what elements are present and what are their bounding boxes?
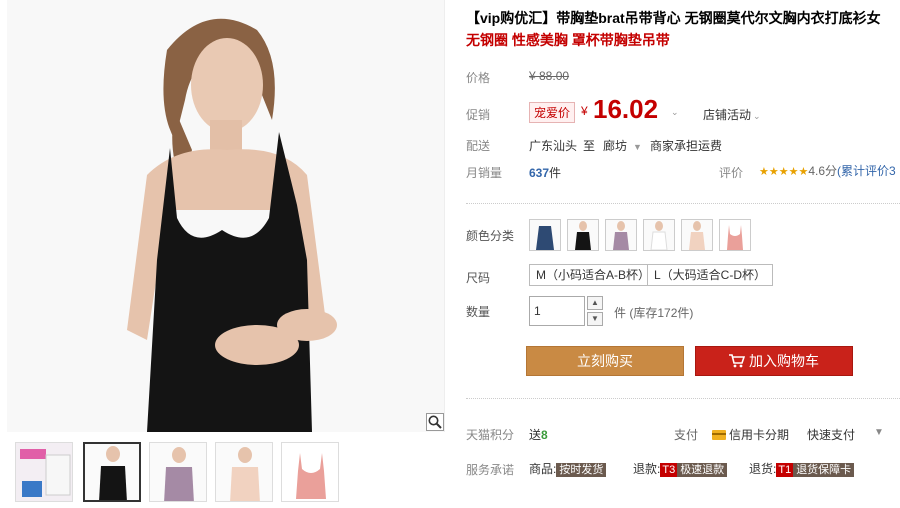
promo-badge: 宠爱价 <box>529 102 576 123</box>
refund-t3-badge: T3 <box>660 463 678 477</box>
points-label: 天猫积分 <box>466 428 515 442</box>
size-option-l[interactable]: L（大码适合C-D杯） <box>647 264 774 286</box>
size-label: 尺码 <box>466 271 491 285</box>
ship-to-label: 廊坊 <box>603 139 628 153</box>
product-title: 【vip购优汇】带胸垫brat吊带背心 无钢圈莫代尔文胸内衣打底衫女 <box>466 10 881 26</box>
add-to-cart-label: 加入购物车 <box>749 353 819 369</box>
return-word: 退货: <box>749 462 777 476</box>
color-label: 颜色分类 <box>466 229 515 243</box>
quantity-label: 数量 <box>466 305 491 319</box>
stock-text: (库存172件) <box>629 306 694 320</box>
sales-unit: 件 <box>549 166 562 180</box>
original-price: ¥ 88.00 <box>529 69 570 83</box>
ship-to-word: 至 <box>583 139 596 153</box>
points-number: 8 <box>541 428 548 442</box>
quick-pay[interactable]: 快速支付 <box>807 426 855 443</box>
points-give-word: 送 <box>529 428 542 442</box>
thumbnail-4[interactable] <box>215 442 273 502</box>
monthly-sales-label: 月销量 <box>466 166 503 180</box>
zoom-icon[interactable] <box>426 413 444 431</box>
points-value: 送8 <box>529 426 548 443</box>
currency-symbol: ¥ <box>581 104 588 118</box>
thumbnail-5[interactable] <box>281 442 339 502</box>
size-option-m[interactable]: M（小码适合A-B杯） <box>529 264 658 286</box>
rating-score: 4.6分 <box>808 164 837 178</box>
return-t1-badge: T1 <box>776 463 794 477</box>
chevron-down-icon: ⌄ <box>753 111 761 121</box>
refund-word: 退款: <box>633 462 661 476</box>
fast-refund-badge: 极速退款 <box>677 463 728 477</box>
price-label: 价格 <box>466 71 491 85</box>
shipping-fee-note: 商家承担运费 <box>650 139 723 153</box>
chevron-down-icon[interactable]: ▼ <box>874 427 884 438</box>
chevron-down-icon: ⌄ <box>671 107 679 117</box>
color-swatch-mauve[interactable] <box>605 219 637 251</box>
goods-word: 商品: <box>529 462 557 476</box>
chevron-down-icon: ▼ <box>633 142 642 152</box>
service-goods: 商品: 按时发货 <box>529 460 607 477</box>
shop-activity-label: 店铺活动 <box>703 108 752 122</box>
quantity-decrease-button[interactable]: ▼ <box>587 312 603 326</box>
service-label: 服务承诺 <box>466 463 515 477</box>
thumbnail-2[interactable] <box>83 442 141 502</box>
quantity-unit: 件 (库存172件) <box>614 304 693 321</box>
thumbnail-3[interactable] <box>149 442 207 502</box>
product-subtitle: 无钢圈 性感美胸 罩杯带胸垫吊带 <box>466 32 670 48</box>
current-price: 16.02 <box>593 94 659 124</box>
star-rating-icon: ★★★★★ <box>759 166 809 178</box>
service-return: 退货: T1 退货保障卡 <box>749 460 855 477</box>
promo-label: 促销 <box>466 108 491 122</box>
color-swatch-pink[interactable] <box>719 219 751 251</box>
cart-icon <box>729 354 746 368</box>
return-guarantee-badge: 退货保障卡 <box>793 463 855 477</box>
review-count-link[interactable]: (累计评价3 <box>837 164 896 178</box>
monthly-sales: 637件 <box>529 164 561 181</box>
divider <box>466 398 900 399</box>
thumbnail-1[interactable] <box>15 442 73 502</box>
rating-label: 评价 <box>719 166 744 180</box>
buy-now-button[interactable]: 立刻购买 <box>526 346 684 376</box>
color-swatch-black[interactable] <box>567 219 599 251</box>
ship-to-select[interactable]: 廊坊 ▼ <box>603 137 642 154</box>
rating-summary[interactable]: ★★★★★4.6分(累计评价3 <box>759 162 896 179</box>
ship-from: 广东汕头 <box>529 139 578 153</box>
shop-activity-dropdown[interactable]: 店铺活动 ⌄ <box>703 106 761 123</box>
color-swatch-nude[interactable] <box>681 219 713 251</box>
on-time-shipping-badge: 按时发货 <box>556 463 607 477</box>
product-gallery <box>0 0 448 508</box>
thumbnail-strip <box>7 440 445 504</box>
divider <box>466 203 900 204</box>
credit-card-icon <box>712 430 726 440</box>
main-product-image[interactable] <box>7 0 445 432</box>
payment-label: 支付 <box>674 428 699 442</box>
shipping-label: 配送 <box>466 139 491 153</box>
service-refund: 退款: T3 极速退款 <box>633 460 728 477</box>
unit-text: 件 <box>614 306 627 320</box>
product-info: 【vip购优汇】带胸垫brat吊带背心 无钢圈莫代尔文胸内衣打底衫女 无钢圈 性… <box>463 0 900 508</box>
price-dropdown[interactable]: ⌄ <box>669 104 679 118</box>
quantity-increase-button[interactable]: ▲ <box>587 296 603 310</box>
credit-label: 信用卡分期 <box>729 428 790 442</box>
credit-installment[interactable]: 信用卡分期 <box>712 426 789 443</box>
quantity-input[interactable]: 1 <box>529 296 585 326</box>
add-to-cart-button[interactable]: 加入购物车 <box>695 346 853 376</box>
sales-count: 637 <box>529 166 550 180</box>
color-swatch-navy[interactable] <box>529 219 561 251</box>
color-swatch-white[interactable] <box>643 219 675 251</box>
